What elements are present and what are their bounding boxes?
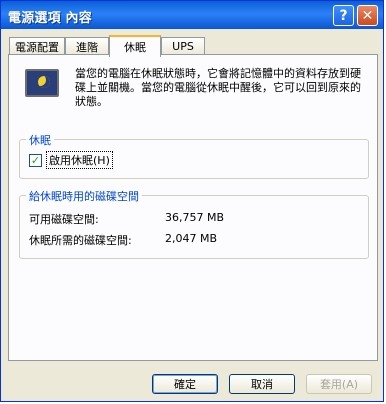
- enable-hibernate-label[interactable]: 啟用休眠(H): [46, 151, 113, 169]
- apply-button[interactable]: 套用(A): [306, 374, 372, 394]
- hibernate-monitor-icon: [25, 69, 59, 97]
- tab-hibernate[interactable]: 休眠: [109, 35, 161, 57]
- moon-icon: [38, 76, 50, 88]
- required-space-value: 2,047 MB: [165, 232, 218, 245]
- hibernate-group-title: 休眠: [26, 132, 54, 148]
- ok-button[interactable]: 確定: [152, 374, 218, 394]
- tab-panel-hibernate: 當您的電腦在休眠狀態時，它會將記憶體中的資料存放到硬碟上並關機。當您的電腦從休眠…: [8, 54, 378, 361]
- tab-power-schemes[interactable]: 電源配置: [9, 37, 65, 55]
- free-space-value: 36,757 MB: [165, 211, 225, 224]
- check-icon: ✓: [30, 153, 41, 167]
- hibernate-description: 當您的電腦在休眠狀態時，它會將記憶體中的資料存放到硬碟上並關機。當您的電腦從休眠…: [75, 67, 361, 108]
- tab-ups[interactable]: UPS: [161, 37, 205, 55]
- required-space-label: 休眠所需的磁碟空間:: [29, 234, 132, 247]
- cancel-button[interactable]: 取消: [229, 374, 295, 394]
- window-title: 電源選項 內容: [8, 11, 92, 26]
- tab-advanced[interactable]: 進階: [65, 37, 109, 55]
- title-bar[interactable]: 電源選項 內容 ? ✕: [1, 1, 383, 29]
- free-space-label: 可用磁碟空間:: [29, 213, 99, 226]
- enable-hibernate-checkbox[interactable]: ✓: [29, 153, 42, 167]
- disk-space-group-title: 給休眠時用的磁碟空間: [26, 188, 142, 204]
- help-button[interactable]: ?: [333, 5, 354, 26]
- close-button[interactable]: ✕: [357, 5, 378, 26]
- dialog-window: 電源選項 內容 ? ✕ 電源配置 進階 休眠 UPS 當您的電腦在休眠狀態時，它…: [0, 0, 384, 402]
- disk-space-group: 給休眠時用的磁碟空間: [19, 188, 369, 259]
- enable-hibernate-row[interactable]: ✓ 啟用休眠(H): [29, 151, 113, 169]
